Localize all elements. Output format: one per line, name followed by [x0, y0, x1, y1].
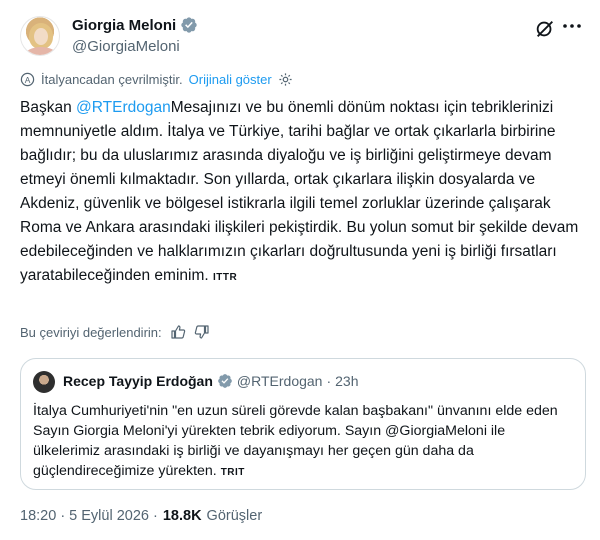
- tweet-prefix: Başkan: [20, 99, 77, 116]
- gear-icon[interactable]: [278, 72, 293, 87]
- verified-icon: [181, 17, 197, 33]
- avatar-body: [25, 47, 57, 55]
- mention-link[interactable]: @RTErdogan: [76, 99, 171, 116]
- rate-translation: Bu çeviriyi değerlendirin:: [20, 324, 210, 340]
- show-original-link[interactable]: Orijinali göster: [189, 72, 272, 87]
- quoted-tweet[interactable]: Recep Tayyip Erdoğan @RTErdogan · 23h İt…: [20, 358, 586, 490]
- translation-notice: A İtalyancadan çevrilmiştir. Orijinali g…: [20, 72, 293, 87]
- avatar-face: [34, 28, 48, 45]
- quote-author-name[interactable]: Recep Tayyip Erdoğan: [63, 373, 213, 389]
- quote-body: İtalya Cumhuriyeti'nin "en uzun süreli g…: [33, 403, 562, 479]
- avatar[interactable]: [20, 16, 60, 56]
- verified-icon: [218, 374, 232, 388]
- tweet-footer: 18:20 · 5 Eylül 2026 · 18.8K Görüşler: [20, 508, 262, 524]
- views-label: Görüşler: [206, 508, 263, 524]
- more-icon[interactable]: [560, 14, 584, 38]
- quote-time[interactable]: 23h: [335, 373, 358, 389]
- quote-header: Recep Tayyip Erdoğan @RTErdogan · 23h: [63, 373, 359, 389]
- tweet-text: Başkan @RTErdoganMesajınızı ve bu önemli…: [20, 96, 588, 290]
- grok-icon[interactable]: [534, 18, 556, 40]
- quote-language-tag: TRIT: [220, 467, 245, 478]
- translate-icon: A: [20, 72, 35, 87]
- quote-separator: ·: [326, 373, 332, 389]
- name-row: Giorgia Meloni: [72, 16, 198, 34]
- quote-handle[interactable]: @RTErdogan: [237, 373, 323, 389]
- tweet-body: Mesajınızı ve bu önemli dönüm noktası iç…: [20, 99, 583, 284]
- quote-avatar[interactable]: [33, 371, 55, 393]
- svg-text:A: A: [25, 75, 31, 85]
- author-handle[interactable]: @GiorgiaMeloni: [72, 38, 180, 55]
- thumbs-down-icon[interactable]: [194, 324, 210, 340]
- quote-text: İtalya Cumhuriyeti'nin "en uzun süreli g…: [33, 401, 573, 483]
- tweet-header: Giorgia Meloni @GiorgiaMeloni: [16, 10, 584, 60]
- timestamp[interactable]: 18:20 · 5 Eylül 2026 ·: [20, 508, 158, 524]
- translated-from-label: İtalyancadan çevrilmiştir.: [41, 72, 183, 87]
- rate-label: Bu çeviriyi değerlendirin:: [20, 324, 162, 340]
- thumbs-up-icon[interactable]: [170, 324, 186, 340]
- display-name[interactable]: Giorgia Meloni: [72, 17, 176, 34]
- language-tag: ITTR: [213, 272, 238, 283]
- views-count: 18.8K: [162, 508, 202, 524]
